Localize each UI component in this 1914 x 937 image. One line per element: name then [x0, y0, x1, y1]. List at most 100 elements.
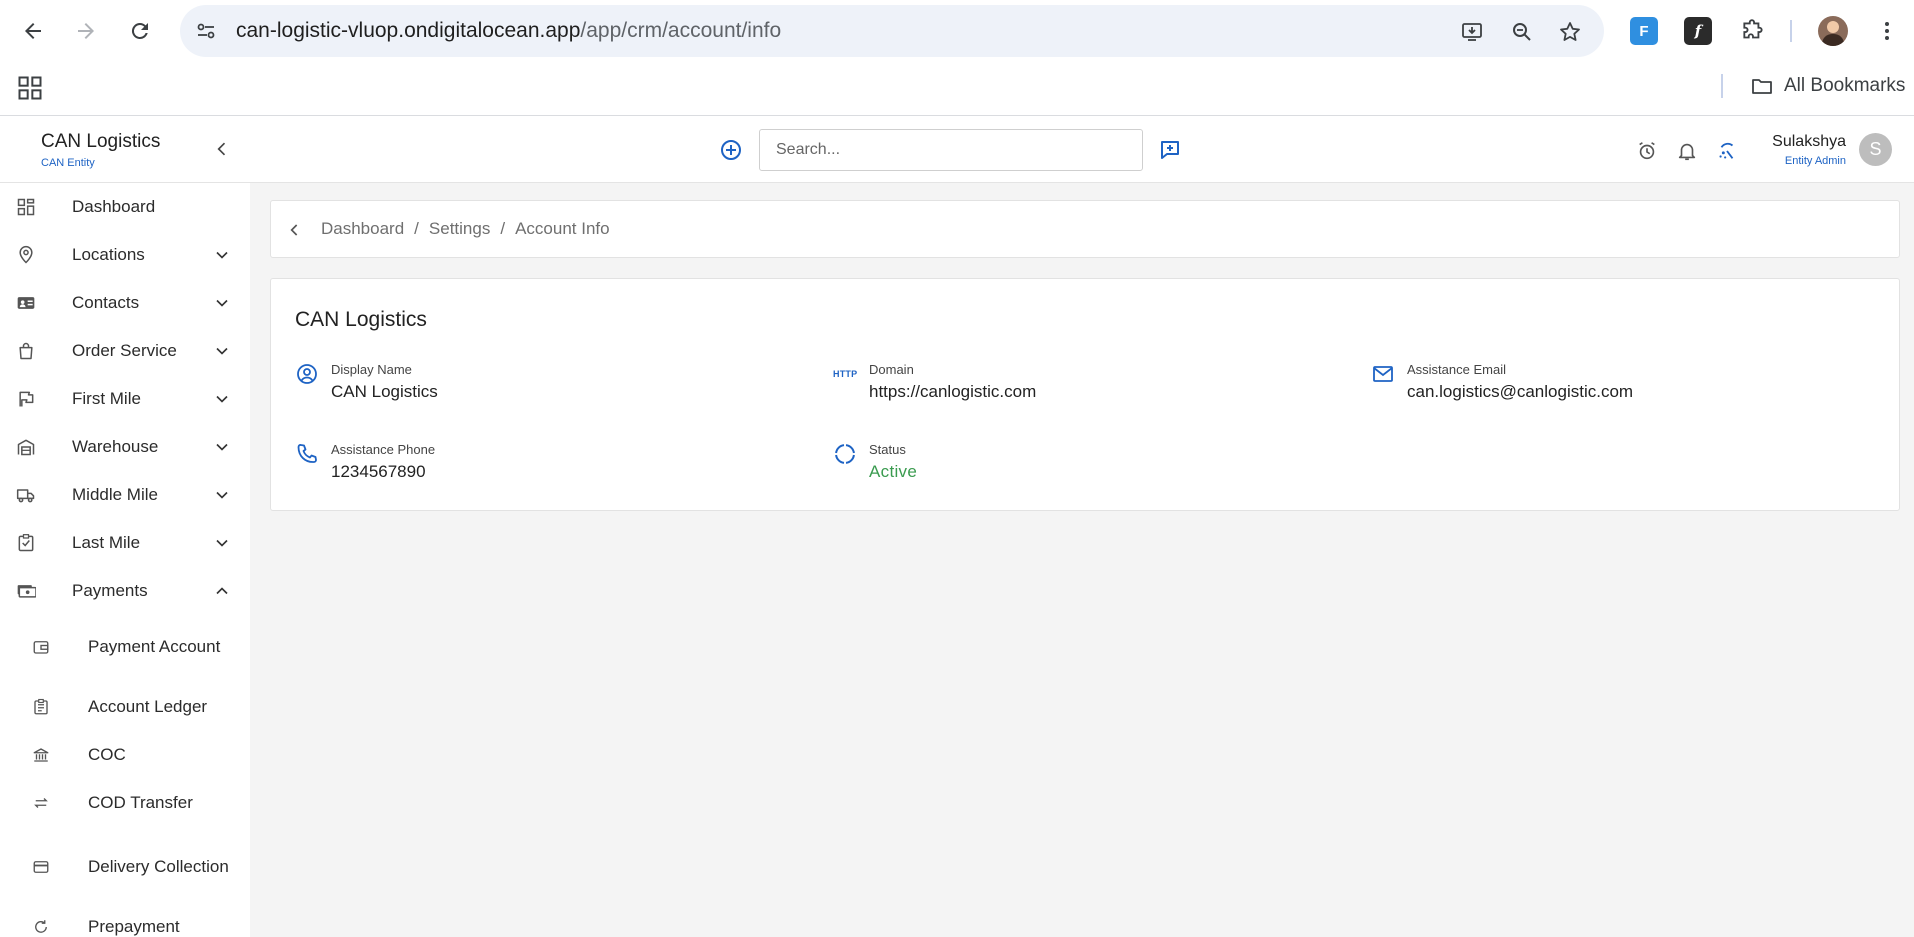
sync-spark-icon[interactable] — [1716, 140, 1738, 162]
sidebar-subitem-prepayment[interactable]: Prepayment — [0, 907, 250, 937]
breadcrumb-item-settings[interactable]: Settings — [429, 219, 490, 239]
phone-icon — [297, 444, 317, 463]
all-bookmarks-button[interactable]: All Bookmarks — [1750, 74, 1905, 98]
domain-value: https://canlogistic.com — [869, 382, 1037, 401]
dashboard-icon — [17, 198, 35, 216]
sidebar-item-label: Warehouse — [72, 437, 159, 456]
chevron-down-icon — [216, 395, 228, 403]
transfer-arrows-icon — [34, 798, 48, 808]
back-chevron-icon[interactable] — [285, 220, 305, 240]
zoom-icon[interactable] — [1510, 20, 1534, 44]
forward-button[interactable] — [68, 13, 104, 49]
user-avatar[interactable]: S — [1859, 133, 1892, 166]
sidebar-subitem-coc[interactable]: COC — [0, 735, 250, 775]
chevron-down-icon — [216, 443, 228, 451]
location-pin-icon — [19, 245, 33, 264]
display-name-label: Display Name — [331, 362, 412, 377]
chevron-up-icon — [216, 587, 228, 595]
sidebar-item-label: Order Service — [72, 341, 177, 360]
notification-bell-icon[interactable] — [1676, 140, 1698, 162]
sidebar-item-last-mile[interactable]: Last Mile — [0, 519, 250, 567]
extension-fi-icon[interactable]: F — [1630, 17, 1658, 45]
status-value: Active — [869, 462, 918, 481]
breadcrumb-item-dashboard[interactable]: Dashboard — [321, 219, 404, 239]
sidebar-item-contacts[interactable]: Contacts — [0, 279, 250, 327]
bookmarks-bar: All Bookmarks — [0, 62, 1914, 116]
puzzle-icon[interactable] — [1740, 18, 1766, 44]
user-name[interactable]: Sulakshya — [1772, 133, 1846, 151]
wallet-icon — [33, 641, 49, 654]
search-input[interactable] — [759, 129, 1143, 171]
sidebar-item-label: Middle Mile — [72, 485, 158, 504]
back-button[interactable] — [15, 13, 51, 49]
brand-name: CAN Logistics — [41, 131, 161, 152]
account-info-card: CAN Logistics Display Name CAN Logistics… — [270, 278, 1900, 511]
sidebar-subitem-payment-account[interactable]: Payment Account — [0, 623, 250, 671]
forward-arrow-icon — [78, 23, 94, 39]
contact-card-icon — [17, 297, 35, 309]
add-circle-icon[interactable] — [719, 138, 743, 162]
bookmarks-separator — [1721, 74, 1723, 98]
sidebar-subitem-label: Delivery Collection — [88, 857, 229, 876]
reload-button[interactable] — [122, 13, 158, 49]
shopping-bag-icon — [19, 342, 33, 360]
sidebar-subitem-account-ledger[interactable]: Account Ledger — [0, 687, 250, 727]
profile-avatar[interactable] — [1818, 16, 1848, 46]
domain-label: Domain — [869, 362, 914, 377]
sidebar-subitem-label: COD Transfer — [88, 793, 193, 812]
kebab-menu-icon[interactable] — [1875, 18, 1899, 44]
url-text[interactable]: can-logistic-vluop.ondigitalocean.app/ap… — [236, 19, 781, 43]
sidebar-collapse-icon[interactable] — [212, 139, 232, 159]
breadcrumb-separator: / — [414, 219, 419, 238]
chevron-down-icon — [216, 347, 228, 355]
truck-icon — [16, 489, 35, 503]
sidebar-item-first-mile[interactable]: First Mile — [0, 375, 250, 423]
browser-toolbar: can-logistic-vluop.ondigitalocean.app/ap… — [0, 0, 1914, 62]
sidebar-item-label: Payments — [72, 581, 148, 600]
sidebar-item-label: First Mile — [72, 389, 141, 408]
sidebar-item-order-service[interactable]: Order Service — [0, 327, 250, 375]
url-host: can-logistic-vluop.ondigitalocean.app — [236, 19, 581, 42]
warehouse-icon — [17, 439, 35, 456]
sidebar-subitem-cod-transfer[interactable]: COD Transfer — [0, 783, 250, 823]
sidebar: Dashboard Locations Contacts Order Servi… — [0, 183, 250, 937]
display-name-value: CAN Logistics — [331, 382, 438, 401]
sidebar-subitem-label: Prepayment — [88, 917, 180, 936]
assistance-email-label: Assistance Email — [1407, 362, 1506, 377]
sidebar-item-locations[interactable]: Locations — [0, 231, 250, 279]
install-app-icon[interactable] — [1460, 20, 1484, 44]
sidebar-subitem-label: Payment Account — [88, 637, 221, 656]
status-label: Status — [869, 442, 906, 457]
extension-formula-icon[interactable]: f — [1684, 17, 1712, 45]
breadcrumb: Dashboard / Settings / Account Info — [270, 200, 1900, 258]
assistance-phone-value: 1234567890 — [331, 462, 426, 481]
assistance-phone-label: Assistance Phone — [331, 442, 436, 457]
sidebar-item-warehouse[interactable]: Warehouse — [0, 423, 250, 471]
main-content: Dashboard / Settings / Account Info CAN … — [250, 183, 1914, 937]
http-icon-text: HTTP — [833, 369, 858, 379]
back-arrow-icon — [25, 23, 41, 39]
folder-icon — [1752, 79, 1772, 94]
apps-grid-icon[interactable] — [16, 74, 44, 102]
alarm-clock-icon[interactable] — [1636, 140, 1658, 162]
sidebar-subitem-label: COC — [88, 745, 126, 764]
sidebar-item-middle-mile[interactable]: Middle Mile — [0, 471, 250, 519]
checklist-icon — [18, 534, 34, 552]
reload-icon — [131, 22, 148, 39]
account-title: CAN Logistics — [295, 308, 427, 331]
sidebar-item-payments[interactable]: Payments — [0, 567, 250, 615]
user-role: Entity Admin — [1784, 155, 1846, 167]
chevron-down-icon — [216, 299, 228, 307]
payments-icon — [17, 585, 36, 598]
sidebar-item-dashboard[interactable]: Dashboard — [0, 183, 250, 231]
address-bar[interactable]: can-logistic-vluop.ondigitalocean.app/ap… — [180, 5, 1604, 57]
sidebar-subitem-delivery-collection[interactable]: Delivery Collection — [0, 843, 250, 891]
chevron-down-icon — [216, 491, 228, 499]
assistance-email-value: can.logistics@canlogistic.com — [1407, 382, 1634, 401]
all-bookmarks-label: All Bookmarks — [1784, 75, 1906, 96]
site-info-icon[interactable] — [194, 19, 218, 43]
add-box-icon[interactable] — [1158, 138, 1182, 162]
sidebar-item-label: Locations — [72, 245, 145, 264]
status-ring-icon — [835, 444, 855, 464]
bookmark-star-icon[interactable] — [1558, 20, 1582, 44]
